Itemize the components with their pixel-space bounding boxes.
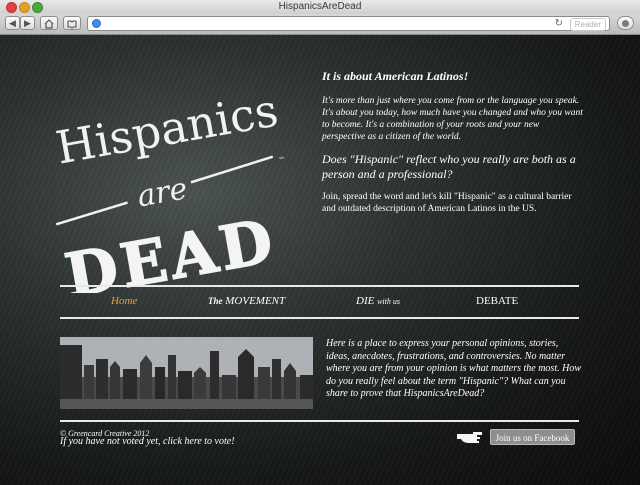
vote-link[interactable]: If you have not voted yet, click here to… [60,436,235,447]
reader-button[interactable]: Reader [569,18,606,31]
nav-bottom-divider [60,317,579,319]
nav-home[interactable]: Home [111,295,137,307]
downloads-button[interactable] [617,16,634,30]
forward-arrow-icon: ▶ [24,19,31,29]
join-facebook-button[interactable]: Join us on Facebook [490,429,575,445]
browser-window: HispanicsAreDead ◀ ▶ ↻ Reader Hispanics … [0,0,640,485]
nav-die-label: DIE [356,295,375,307]
intro-join-text: Join, spread the word and let's kill "Hi… [322,192,572,214]
nav-debate[interactable]: DEBATE [476,295,518,307]
pointing-hand-icon [455,429,485,445]
globe-icon [92,19,101,28]
browser-toolbar: ◀ ▶ ↻ Reader [0,14,640,35]
nav-movement-label: MOVEMENT [225,295,286,307]
logo-trademark: ™ [278,156,286,165]
body-description: Here is a place to express your personal… [326,338,581,399]
title-bar: HispanicsAreDead [0,0,640,15]
address-bar[interactable]: ↻ Reader [87,16,610,31]
intro-section: It is about American Latinos! It's more … [322,69,584,215]
page-content: Hispanics are ™ DEAD It is about America… [0,35,640,485]
nav-die[interactable]: DIE with us [356,295,400,307]
back-arrow-icon: ◀ [9,19,16,29]
bookmarks-icon [67,20,77,29]
site-logo[interactable]: Hispanics are ™ DEAD [40,63,315,312]
intro-heading: It is about American Latinos! [322,69,469,83]
logo-right-dash [190,155,274,184]
logo-are-text: are [135,171,190,214]
nav-movement[interactable]: The MOVEMENT [208,295,285,307]
home-button[interactable] [40,16,58,30]
intro-paragraph: It's more than just where you come from … [322,96,583,142]
reload-icon[interactable]: ↻ [555,17,563,30]
logo-left-dash [55,201,128,226]
nav-movement-prefix: The [208,296,223,306]
downloads-icon [622,20,629,27]
logo-dead-text: DEAD [60,206,281,293]
nav-die-suffix: with us [377,297,400,306]
bookmarks-button[interactable] [63,16,81,30]
back-button[interactable]: ◀ [5,16,20,30]
cemetery-photo [60,337,313,409]
window-title: HispanicsAreDead [278,1,362,12]
nav-top-divider [60,285,579,287]
main-nav: Home The MOVEMENT DIE with us DEBATE [60,291,579,317]
footer-divider [60,420,579,422]
home-icon [44,19,54,29]
forward-button[interactable]: ▶ [20,16,35,30]
logo-hispanics-text: Hispanics [52,83,282,174]
intro-question: Does "Hispanic" reflect who you really a… [322,152,576,181]
